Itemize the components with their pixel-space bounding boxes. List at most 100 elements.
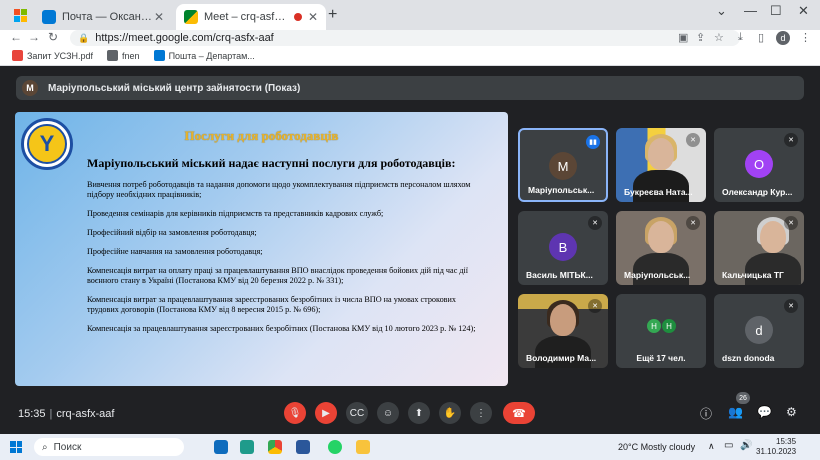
more-options-button[interactable]: ⋮ (470, 402, 492, 424)
forward-icon[interactable]: → (28, 30, 40, 44)
minimize-icon[interactable]: — (744, 3, 757, 18)
more-participants-tile[interactable]: Н Н Ещё 17 чел. (616, 294, 706, 368)
raise-hand-button[interactable]: ✋ (439, 402, 461, 424)
participant-avatar: Н (646, 318, 662, 334)
camera-in-use-icon[interactable]: ▣ (678, 31, 688, 44)
tray-chevron-icon[interactable]: ∧ (708, 441, 715, 452)
bookmark-item[interactable]: Пошта – Департам... (153, 50, 255, 61)
participant-avatar: d (745, 316, 773, 344)
download-icon[interactable]: ⤓ (738, 31, 743, 44)
activities-icon[interactable]: ⚙ (786, 405, 797, 419)
participant-tile[interactable]: ✕ Володимир Ма... (518, 294, 608, 368)
clock-date: 31.10.2023 (756, 447, 797, 456)
clock-time: 15:35 (776, 437, 797, 446)
slide-body: Вивчення потреб роботодавців та надання … (87, 180, 487, 343)
outlook-icon (153, 50, 165, 61)
new-tab-icon[interactable]: + (328, 6, 337, 24)
participant-tile[interactable]: ✕ Кальчицька ТГ (714, 211, 804, 285)
close-tab-icon[interactable]: ✕ (308, 10, 318, 24)
bookmark-label: Запит УСЗН.pdf (27, 50, 94, 61)
mic-off-button[interactable]: 🎙 (284, 402, 306, 424)
maximize-icon[interactable]: ☐ (770, 3, 782, 19)
participant-name: Маріупольськ... (624, 270, 691, 280)
slide-paragraph: Професійне навчання на замовлення робото… (87, 247, 263, 256)
presenter-label: Маріупольський міський центр зайнятости … (48, 82, 301, 94)
participant-name: Кальчицька ТГ (722, 270, 784, 280)
mic-off-icon: ✕ (784, 299, 798, 313)
mic-off-icon: ✕ (588, 299, 602, 313)
chat-icon[interactable]: 💬 (757, 405, 772, 419)
mic-off-icon: ✕ (686, 133, 700, 147)
browser-toolbar: ← → ↻ 🔒 https://meet.google.com/crq-asfx… (0, 30, 820, 46)
present-button[interactable]: ⬆ (408, 402, 430, 424)
participant-tile[interactable]: ✕ Маріупольськ... (616, 211, 706, 285)
meeting-details-icon[interactable]: ⓘ (700, 405, 712, 422)
tab-outlook[interactable]: Почта — Оксана Зуева — Outlook ✕ (34, 4, 172, 30)
presenter-avatar: M (22, 80, 38, 96)
menu-icon[interactable]: ⋮ (800, 31, 811, 44)
meet-main: M Маріупольський міський центр зайнятост… (0, 66, 820, 434)
participant-tile[interactable]: ✕ d dszn donoda (714, 294, 804, 368)
end-call-button[interactable]: ☎ (503, 402, 535, 424)
participant-name: Олександр Кур... (722, 187, 793, 197)
participant-tile[interactable]: ✕ O Олександр Кур... (714, 128, 804, 202)
meeting-info: 15:35 | crq-asfx-aaf (18, 408, 115, 420)
word-app-icon[interactable] (296, 440, 310, 454)
outlook-icon (42, 10, 56, 24)
participant-name: dszn donoda (722, 353, 775, 363)
windows-taskbar: ⌕ Поиск 20°C Mostly cloudy ∧ ▭ 🔊 15:35 3… (0, 434, 820, 460)
participant-avatar: O (745, 150, 773, 178)
browser-tab-bar: Почта — Оксана Зуева — Outlook ✕ Meet – … (0, 0, 820, 30)
taskbar-search[interactable]: ⌕ Поиск (34, 438, 184, 456)
slide-paragraph: Компенсація за працевлаштування зареєстр… (87, 324, 476, 333)
share-icon[interactable]: ⇪ (696, 31, 705, 44)
participant-tile[interactable]: ✕ B Василь МІТЬК... (518, 211, 608, 285)
presentation-slide[interactable]: Y Послуги для роботодавців Маріупольськи… (15, 112, 508, 386)
windows-apps-icon[interactable] (14, 9, 27, 22)
meet-icon (184, 10, 198, 24)
reload-icon[interactable]: ↻ (48, 30, 58, 44)
participant-name: Василь МІТЬК... (526, 270, 593, 280)
recording-indicator-icon (293, 13, 302, 21)
back-icon[interactable]: ← (10, 30, 22, 44)
participant-tile[interactable]: ✕ Букреєва Ната... (616, 128, 706, 202)
start-icon[interactable] (10, 441, 22, 453)
close-tab-icon[interactable]: ✕ (154, 10, 164, 24)
volume-icon[interactable]: 🔊 (740, 440, 752, 451)
edge-app-icon[interactable] (240, 440, 254, 454)
participant-avatar: M (549, 152, 577, 180)
presenter-bar: M Маріупольський міський центр зайнятост… (16, 76, 804, 100)
captions-button[interactable]: CC (346, 402, 368, 424)
chrome-app-icon[interactable] (268, 440, 282, 454)
tab-meet[interactable]: Meet – crq-asfx-aaf ✕ (176, 4, 326, 30)
address-bar[interactable]: 🔒 https://meet.google.com/crq-asfx-aaf (70, 30, 740, 46)
mic-off-icon: ✕ (784, 133, 798, 147)
participant-name: Маріупольськ... (528, 185, 595, 195)
participant-tile[interactable]: ▮▮ M Маріупольськ... (518, 128, 608, 202)
pdf-icon (12, 50, 23, 61)
tab-search-icon[interactable]: ⌄ (716, 3, 727, 19)
participant-avatar: B (549, 233, 577, 261)
people-icon[interactable]: 👥 (728, 405, 743, 419)
more-participants-label: Ещё 17 чел. (636, 353, 686, 363)
explorer-app-icon[interactable] (356, 440, 370, 454)
outlook-app-icon[interactable] (214, 440, 228, 454)
side-panel-icon[interactable]: ▯ (758, 31, 764, 44)
tab-title: Meet – crq-asfx-aaf (204, 11, 288, 23)
close-window-icon[interactable]: ✕ (798, 3, 809, 19)
lock-icon[interactable]: 🔒 (78, 33, 89, 44)
employment-service-logo: Y (21, 118, 73, 170)
camera-off-button[interactable]: ▶ (315, 402, 337, 424)
weather-widget[interactable]: 20°C Mostly cloudy (618, 442, 695, 452)
reactions-button[interactable]: ☺ (377, 402, 399, 424)
bookmark-star-icon[interactable]: ☆ (714, 31, 724, 44)
system-clock[interactable]: 15:35 31.10.2023 (756, 437, 796, 457)
profile-avatar[interactable]: d (776, 31, 790, 45)
slide-paragraph: Професійний відбір на замовлення роботод… (87, 228, 257, 237)
network-icon[interactable]: ▭ (724, 440, 733, 451)
search-icon: ⌕ (42, 441, 48, 453)
bookmark-item[interactable]: fnen (107, 50, 140, 61)
whatsapp-app-icon[interactable] (328, 440, 342, 454)
participant-avatar: Н (661, 318, 677, 334)
bookmark-item[interactable]: Запит УСЗН.pdf (12, 50, 93, 61)
